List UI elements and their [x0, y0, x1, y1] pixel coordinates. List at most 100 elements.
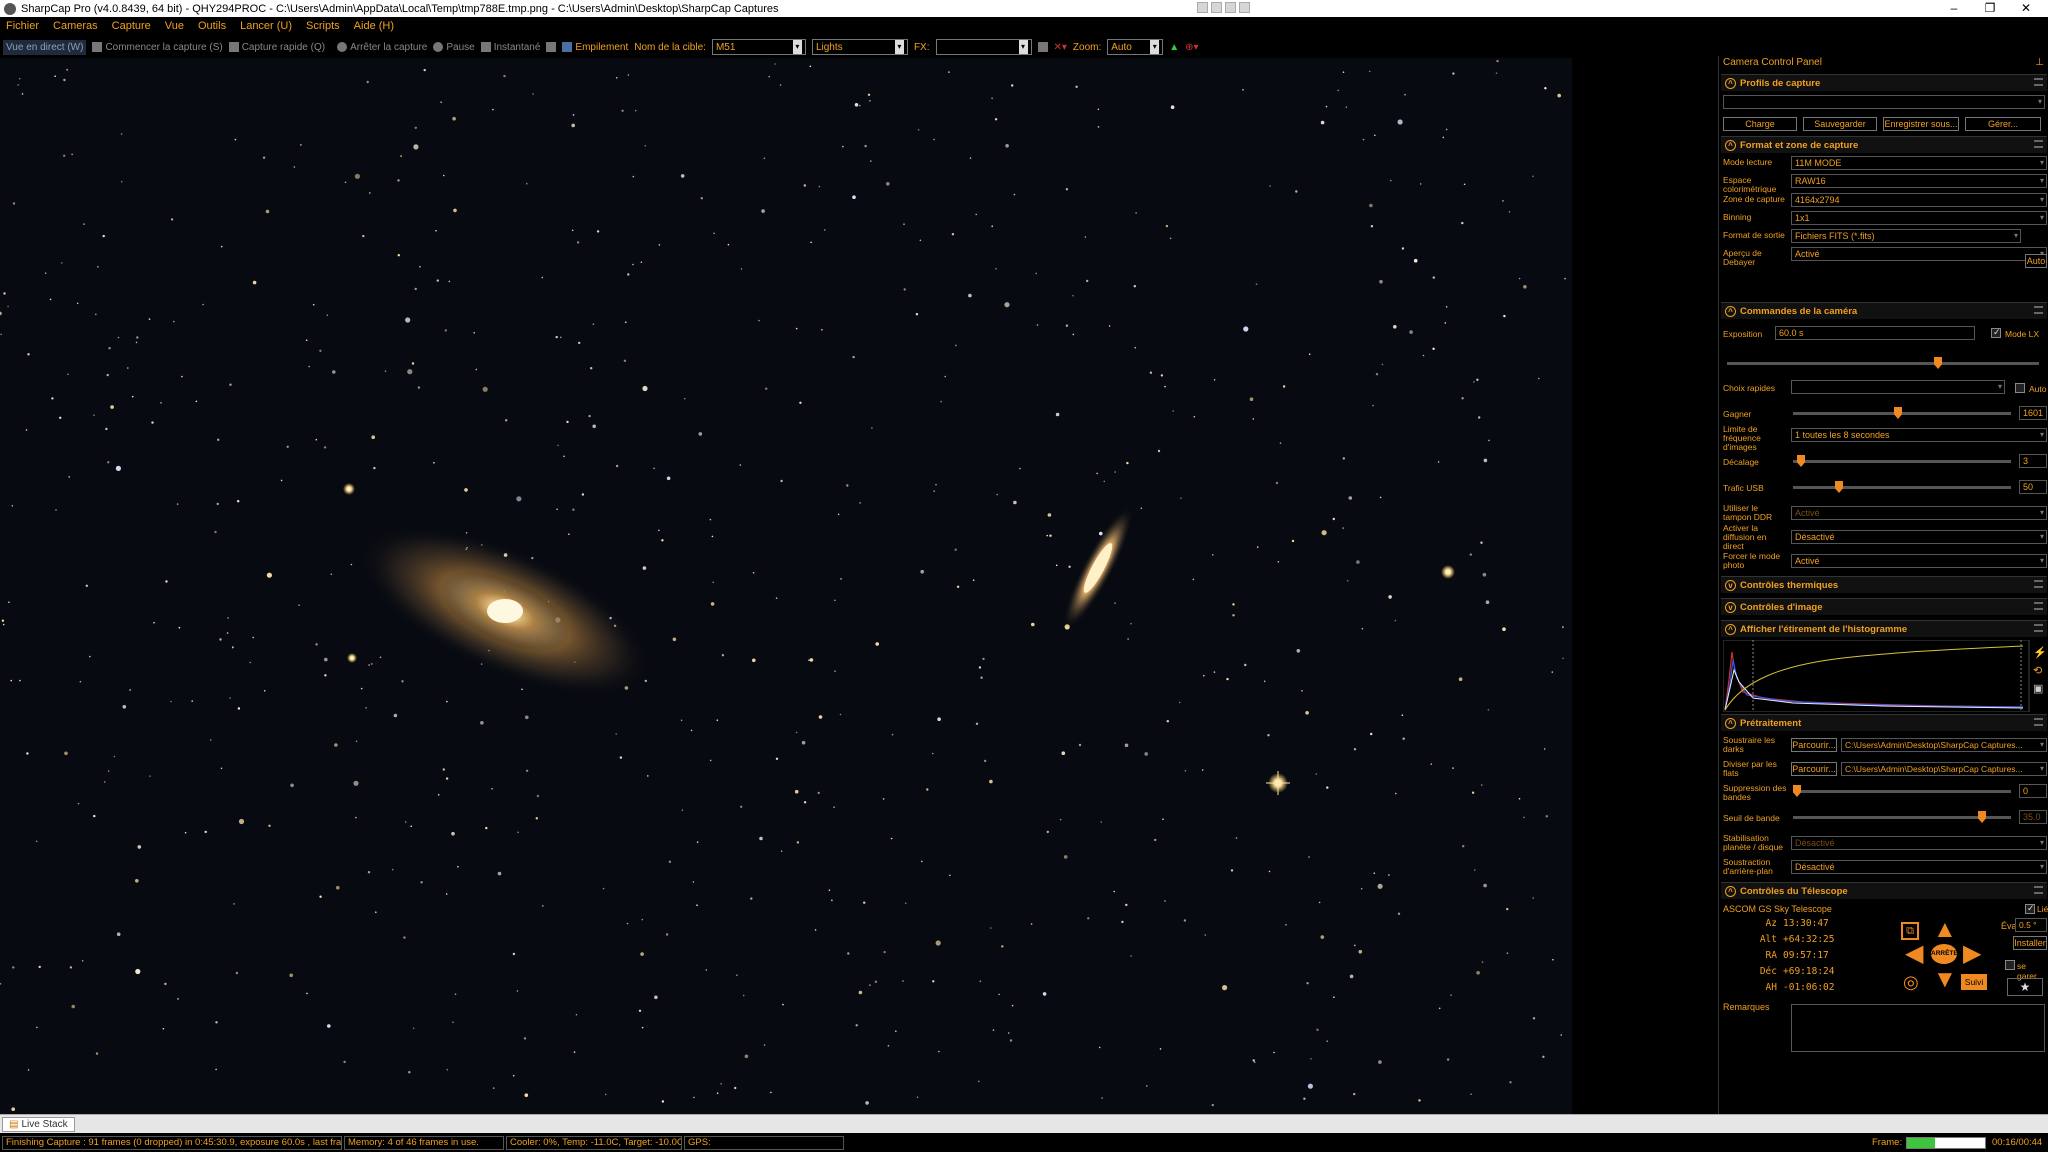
pin-icon[interactable]: ⊥ [2035, 56, 2044, 70]
target-icon[interactable]: ◎ [1903, 972, 1919, 993]
background-sub-select[interactable]: Désactivé ▾ [1791, 860, 2047, 874]
usb-traffic-slider-knob[interactable] [1835, 481, 1843, 493]
format-row-select[interactable]: 1x1 ▾ [1791, 211, 2047, 225]
save-stretch-icon[interactable]: ▣ [2033, 682, 2043, 695]
format-row-select[interactable]: RAW16 ▾ [1791, 174, 2047, 188]
flats-path-select[interactable]: C:\Users\Admin\Desktop\SharpCap Captures… [1841, 762, 2047, 776]
menu-item-5[interactable]: Lancer (U) [240, 20, 292, 32]
stop-slew-button[interactable]: ARRÊTE [1931, 944, 1958, 964]
fps-limit-select[interactable]: 1 toutes les 8 secondes ▾ [1791, 428, 2047, 442]
livestack-tab[interactable]: ▤ Live Stack [2, 1117, 75, 1132]
banding-slider[interactable] [1793, 785, 2011, 797]
exposure-slider-knob[interactable] [1934, 357, 1942, 369]
menu-icon[interactable] [2034, 602, 2043, 610]
collapse-icon[interactable]: ^ [1725, 77, 1736, 89]
expand-icon[interactable]: v [1725, 579, 1736, 591]
profile-select[interactable]: ▾ [1723, 95, 2045, 109]
install-button[interactable]: Installer [2013, 936, 2047, 950]
image-section-header[interactable]: v Contrôles d'image [1721, 598, 2047, 615]
menu-icon[interactable] [2034, 580, 2043, 588]
live-view-button[interactable]: Vue en direct (W) [3, 39, 87, 55]
collapse-icon[interactable]: ^ [1725, 717, 1736, 729]
ddr-buffer-select[interactable]: Activé ▾ [1791, 506, 2047, 520]
save-profile-button[interactable]: Sauvegarder [1803, 117, 1877, 131]
reset-stretch-icon[interactable]: ⟲ [2033, 664, 2042, 677]
menu-item-6[interactable]: Scripts [306, 20, 340, 32]
format-section-header[interactable]: ^ Format et zone de capture [1721, 136, 2047, 153]
menu-item-2[interactable]: Capture [112, 20, 151, 32]
rate-select[interactable]: 0.5 ° [2015, 918, 2047, 932]
menu-icon[interactable] [2034, 624, 2043, 632]
format-row-select[interactable]: 4164x2794 ▾ [1791, 193, 2047, 207]
menu-item-3[interactable]: Vue [165, 20, 184, 32]
stabilisation-select[interactable]: Désactivé ▾ [1791, 836, 2047, 850]
auto-stretch-icon[interactable]: ⚡ [2033, 646, 2047, 659]
grid-icon[interactable] [1197, 2, 1208, 13]
notes-textarea[interactable] [1791, 1004, 2045, 1052]
mode-lx-checkbox[interactable] [1991, 327, 2001, 338]
stop-capture-button[interactable]: Arrêter la capture [337, 42, 427, 53]
snapshot-button[interactable]: Instantané [480, 42, 540, 53]
format-row-select[interactable]: Activé▾ [1791, 247, 2047, 261]
telescope-linked-checkbox[interactable] [2025, 903, 2035, 914]
telescope-section-header[interactable]: ^ Contrôles du Télescope [1721, 882, 2047, 899]
camera-section-header[interactable]: ^ Commandes de la caméra [1721, 302, 2047, 319]
sync-icon[interactable]: ⧉ [1901, 922, 1919, 940]
stacking-button[interactable]: Empilement [562, 42, 628, 53]
histogram-section-header[interactable]: ^ Afficher l'étirement de l'histogramme [1721, 620, 2047, 637]
collapse-icon[interactable]: ^ [1725, 623, 1736, 635]
layout-icon[interactable] [1211, 2, 1222, 13]
menu-item-7[interactable]: Aide (H) [354, 20, 394, 32]
offset-slider-knob[interactable] [1797, 455, 1805, 467]
menu-icon[interactable] [2034, 140, 2043, 148]
browse-flats-button[interactable]: Parcourir... [1791, 762, 1837, 776]
collapse-icon[interactable]: ^ [1725, 305, 1736, 317]
histogram-button[interactable]: ▲ [1169, 42, 1179, 53]
manage-profiles-button[interactable]: Gérer... [1965, 117, 2041, 131]
star-icon[interactable]: ★ [2007, 978, 2043, 996]
grid-overlay-button[interactable] [1037, 42, 1048, 52]
settings-button[interactable] [546, 42, 557, 52]
browse-darks-button[interactable]: Parcourir... [1791, 738, 1837, 752]
menu-item-0[interactable]: Fichier [6, 20, 39, 32]
usb-traffic-slider[interactable] [1793, 481, 2011, 493]
threshold-value[interactable]: 35.0 [2019, 810, 2047, 824]
broadcast-select[interactable]: Désactivé ▾ [1791, 530, 2047, 544]
histogram-chart[interactable] [1723, 640, 2048, 712]
quick-choice-select[interactable]: ▾ [1791, 380, 2005, 394]
fx-select[interactable]: ▾ [935, 39, 1032, 55]
offset-slider[interactable] [1793, 455, 2011, 467]
slew-south-button[interactable]: ▼ [1933, 968, 1957, 992]
slew-west-button[interactable]: ◀ [1905, 942, 1923, 966]
exposure-slider[interactable] [1727, 357, 2039, 369]
slew-east-button[interactable]: ▶ [1963, 942, 1981, 966]
menu-icon[interactable] [2034, 718, 2043, 726]
format-row-select[interactable]: 11M MODE ▾ [1791, 156, 2047, 170]
banding-slider-knob[interactable] [1793, 785, 1801, 797]
minimize-small-icon[interactable] [1225, 2, 1236, 13]
reticle-button[interactable]: ✕▾ [1054, 42, 1067, 53]
menu-icon[interactable] [2034, 886, 2043, 894]
gain-slider[interactable] [1793, 407, 2011, 419]
zoom-select[interactable]: Auto ▾ [1107, 39, 1164, 55]
darks-path-select[interactable]: C:\Users\Admin\Desktop\SharpCap Captures… [1841, 738, 2047, 752]
save-as-profile-button[interactable]: Enregistrer sous... [1883, 117, 1959, 131]
exposure-input[interactable]: 60.0 s [1775, 326, 1975, 340]
format-row-select[interactable]: Fichiers FITS (*.fits) ▾ [1791, 229, 2021, 243]
slew-north-button[interactable]: ▲ [1933, 918, 1957, 942]
profiles-section-header[interactable]: ^ Profils de capture [1721, 74, 2047, 91]
magnifier-button[interactable]: ⊕▾ [1185, 42, 1198, 53]
park-checkbox[interactable] [2005, 960, 2015, 970]
image-viewport[interactable] [0, 58, 1572, 1114]
thermal-section-header[interactable]: v Contrôles thermiques [1721, 576, 2047, 593]
banding-value[interactable]: 0 [2019, 784, 2047, 798]
close-button[interactable]: ✕ [2004, 0, 2048, 17]
chevron-down-icon[interactable]: ▾ [1150, 40, 1160, 54]
tracking-button[interactable]: Suivi [1961, 974, 1987, 990]
pause-button[interactable]: Pause [433, 42, 475, 53]
target-name-input[interactable]: M51 ▾ [711, 39, 806, 55]
menu-item-1[interactable]: Cameras [53, 20, 98, 32]
photo-mode-select[interactable]: Activé ▾ [1791, 554, 2047, 568]
start-capture-button[interactable]: Commencer la capture (S) [92, 42, 223, 53]
offset-value[interactable]: 3 [2019, 454, 2047, 468]
